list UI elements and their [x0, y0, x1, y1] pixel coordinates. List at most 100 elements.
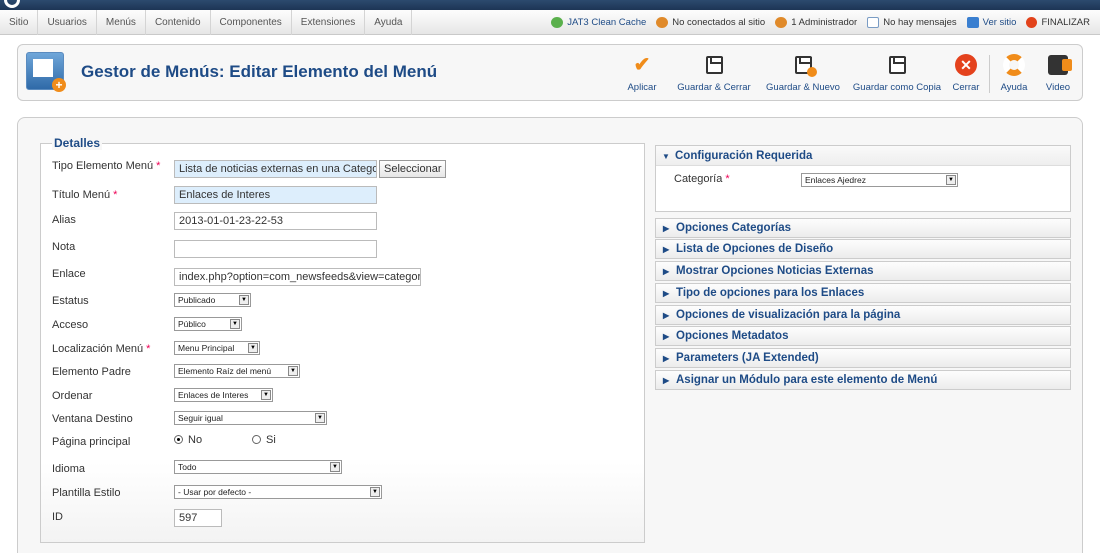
menu-sitio[interactable]: Sitio — [0, 10, 39, 35]
enlace-label: Enlace — [52, 268, 86, 280]
joomla-logo-icon — [4, 0, 20, 8]
triangle-right-icon: ▶ — [663, 245, 670, 254]
menu-extensiones[interactable]: Extensiones — [292, 10, 366, 35]
status-bar: JAT3 Clean Cache No conectados al sitio … — [551, 10, 1100, 35]
config-required-header[interactable]: ▼ Configuración Requerida — [656, 146, 1070, 166]
idioma-select[interactable]: Todo ▼ — [174, 460, 342, 474]
chevron-down-icon: ▼ — [248, 343, 258, 353]
apply-button[interactable]: ✔ Aplicar — [622, 49, 662, 97]
principal-label: Página principal — [52, 436, 131, 448]
save-close-button[interactable]: Guardar & Cerrar — [674, 49, 754, 97]
help-button[interactable]: Ayuda — [996, 49, 1032, 97]
categoria-label: Categoría * — [674, 173, 730, 185]
localizacion-label: Localización Menú * — [52, 343, 151, 355]
padre-label: Elemento Padre — [52, 366, 131, 378]
triangle-right-icon: ▶ — [663, 332, 670, 341]
save-copy-button[interactable]: Guardar como Copia — [851, 49, 943, 97]
acceso-select[interactable]: Público ▼ — [174, 317, 242, 331]
principal-si-radio[interactable]: Si — [252, 434, 276, 446]
chevron-down-icon: ▼ — [288, 366, 298, 376]
menu-menus[interactable]: Menús — [97, 10, 146, 35]
page-title: Gestor de Menús: Editar Elemento del Men… — [81, 62, 438, 81]
video-icon — [1046, 53, 1072, 77]
triangle-right-icon: ▶ — [663, 376, 670, 385]
localizacion-select[interactable]: Menu Principal ▼ — [174, 341, 260, 355]
triangle-right-icon: ▶ — [663, 224, 670, 233]
categoria-select[interactable]: Enlaces Ajedrez ▼ — [801, 173, 958, 187]
save-close-label: Guardar & Cerrar — [677, 82, 751, 93]
select-type-button[interactable]: Seleccionar — [379, 160, 447, 178]
alias-input[interactable]: 2013-01-01-23-22-53 — [174, 212, 377, 230]
chevron-down-icon: ▼ — [330, 462, 340, 472]
close-label: Cerrar — [952, 82, 980, 93]
tipo-label: Tipo Elemento Menú * — [52, 160, 161, 172]
admin-top-strip — [0, 0, 1100, 10]
accordion-opciones-categorias[interactable]: ▶ Opciones Categorías — [655, 218, 1071, 238]
close-button[interactable]: ✕ Cerrar — [951, 49, 981, 97]
ordenar-label: Ordenar — [52, 390, 93, 402]
triangle-right-icon: ▶ — [663, 289, 670, 298]
save-new-button[interactable]: Guardar & Nuevo — [763, 49, 843, 97]
acceso-label: Acceso — [52, 319, 89, 331]
user-offline-icon — [656, 17, 669, 28]
ventana-label: Ventana Destino — [52, 413, 133, 425]
plantilla-select[interactable]: - Usar por defecto - ▼ — [174, 485, 382, 499]
chevron-down-icon: ▼ — [315, 413, 325, 423]
accordion-asignar-modulo[interactable]: ▶ Asignar un Módulo para este elemento de… — [655, 370, 1071, 390]
triangle-down-icon: ▼ — [662, 152, 670, 161]
view-site-label: Ver sitio — [982, 17, 1017, 28]
toolbar: + Gestor de Menús: Editar Elemento del M… — [17, 44, 1083, 101]
admin-users-label: 1 Administrador — [791, 17, 858, 28]
idioma-label: Idioma — [52, 463, 86, 475]
lifebuoy-icon — [1002, 53, 1026, 77]
video-label: Video — [1045, 82, 1071, 93]
user-admin-icon — [775, 17, 788, 28]
main-menu: Sitio Usuarios Menús Contenido Component… — [0, 10, 413, 35]
accordion-ja-extended[interactable]: ▶ Parameters (JA Extended) — [655, 348, 1071, 368]
chevron-down-icon: ▼ — [946, 175, 956, 185]
tipo-field[interactable]: Lista de noticias externas en una Catego… — [174, 160, 377, 178]
principal-no-radio[interactable]: No — [174, 434, 202, 446]
titulo-input[interactable]: Enlaces de Interes — [174, 186, 377, 204]
recycle-icon — [551, 17, 564, 28]
admin-users-status: 1 Administrador — [775, 17, 857, 28]
menu-manager-icon: + — [26, 52, 66, 92]
chevron-down-icon: ▼ — [261, 390, 271, 400]
apply-label: Aplicar — [627, 82, 657, 93]
estatus-select[interactable]: Publicado ▼ — [174, 293, 251, 307]
logout-label: FINALIZAR — [1041, 17, 1090, 28]
clean-cache-link[interactable]: JAT3 Clean Cache — [551, 17, 646, 28]
accordion-opciones-diseno[interactable]: ▶ Lista de Opciones de Diseño — [655, 239, 1071, 259]
accordion-tipo-enlaces[interactable]: ▶ Tipo de opciones para los Enlaces — [655, 283, 1071, 303]
triangle-right-icon: ▶ — [663, 354, 670, 363]
ventana-select[interactable]: Seguir igual ▼ — [174, 411, 327, 425]
logout-link[interactable]: FINALIZAR — [1026, 17, 1090, 28]
video-button[interactable]: Video — [1040, 49, 1076, 97]
save-copy-label: Guardar como Copia — [852, 82, 942, 93]
chevron-down-icon: ▼ — [370, 487, 380, 497]
enlace-input[interactable]: index.php?option=com_newsfeeds&view=cate… — [174, 268, 421, 286]
messages-status[interactable]: No hay mensajes — [867, 17, 957, 28]
menu-contenido[interactable]: Contenido — [146, 10, 211, 35]
titulo-label: Título Menú * — [52, 189, 118, 201]
mail-icon — [867, 17, 880, 28]
ordenar-select[interactable]: Enlaces de Interes ▼ — [174, 388, 273, 402]
triangle-right-icon: ▶ — [663, 311, 670, 320]
toolbar-divider — [989, 55, 990, 93]
triangle-right-icon: ▶ — [663, 267, 670, 276]
nota-input[interactable] — [174, 240, 377, 258]
menu-usuarios[interactable]: Usuarios — [38, 10, 97, 35]
radio-unchecked-icon — [252, 435, 261, 444]
save-copy-icon — [885, 53, 909, 77]
save-new-icon — [791, 53, 817, 77]
chevron-down-icon: ▼ — [239, 295, 249, 305]
padre-select[interactable]: Elemento Raíz del menú ▼ — [174, 364, 300, 378]
menu-ayuda[interactable]: Ayuda — [365, 10, 413, 35]
accordion-metadatos[interactable]: ▶ Opciones Metadatos — [655, 326, 1071, 346]
view-site-link[interactable]: Ver sitio — [966, 17, 1017, 28]
plantilla-label: Plantilla Estilo — [52, 487, 121, 499]
radio-checked-icon — [174, 435, 183, 444]
accordion-visualizacion-pagina[interactable]: ▶ Opciones de visualización para la págin… — [655, 305, 1071, 325]
menu-componentes[interactable]: Componentes — [211, 10, 292, 35]
accordion-noticias-externas[interactable]: ▶ Mostrar Opciones Noticias Externas — [655, 261, 1071, 281]
